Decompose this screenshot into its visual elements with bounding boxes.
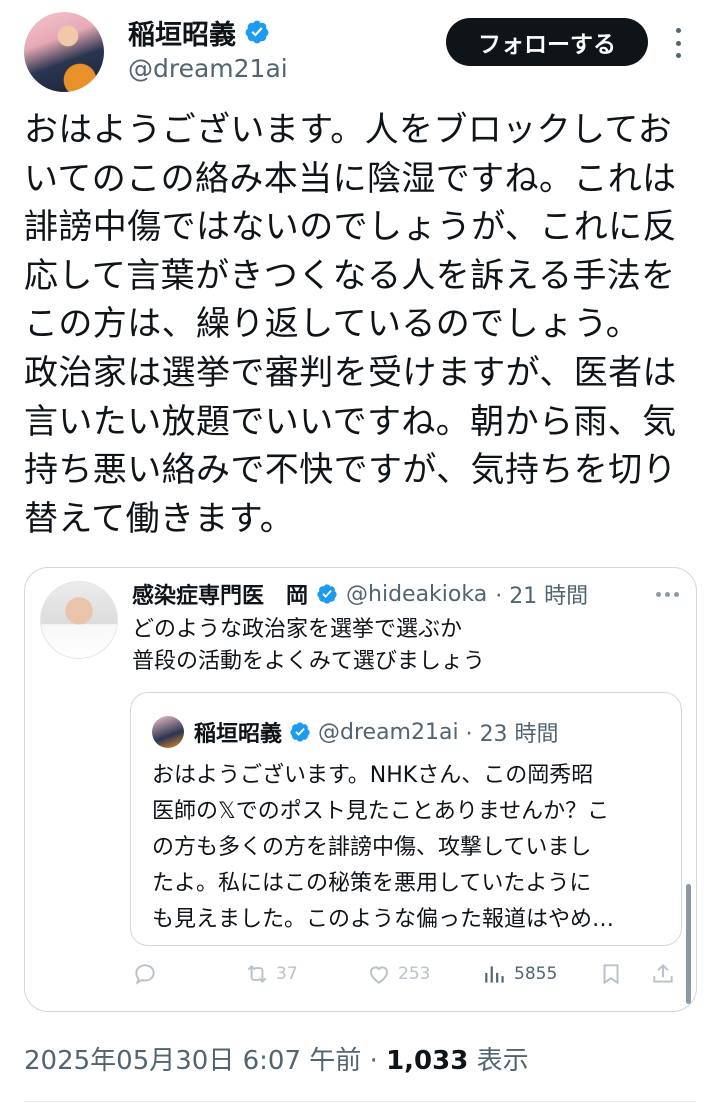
view-count: 1,033: [386, 1046, 469, 1076]
quote-text: どのような政治家を選挙で選ぶか 普段の活動をよくみて選びましょう: [132, 617, 485, 674]
more-icon[interactable]: [672, 28, 684, 58]
like-icon: [369, 966, 389, 984]
quote-header: 感染症専門医 岡 @hideakioka · 21 時間: [132, 578, 588, 610]
post-text: おはようございます。人をブロックしてお いてのこの絡み本当に陰湿ですね。これは …: [24, 110, 677, 539]
post-meta: 2025年05月30日 6:07 午前 · 1,033 表示: [24, 1040, 529, 1077]
quote-author-handle[interactable]: @hideakioka: [346, 582, 487, 607]
views-count: 5855: [514, 964, 558, 984]
view-label: 表示: [476, 1046, 529, 1076]
divider: [24, 1101, 696, 1102]
like-count: 253: [398, 964, 431, 984]
retweet-button[interactable]: 37: [244, 958, 298, 990]
verified-badge-icon: [290, 722, 310, 742]
meta-separator: ·: [369, 1046, 378, 1076]
share-icon: [653, 963, 673, 983]
views-button[interactable]: 5855: [482, 958, 557, 990]
reply-icon: [135, 964, 155, 985]
retweet-count: 37: [276, 964, 298, 984]
nested-timestamp[interactable]: · 23 時間: [466, 716, 559, 748]
post-datetime[interactable]: 2025年05月30日 6:07 午前: [24, 1046, 361, 1076]
action-bar: 37 253 5855: [132, 958, 680, 990]
quote-timestamp[interactable]: · 21 時間: [495, 578, 588, 610]
nested-author-avatar[interactable]: [152, 716, 184, 748]
follow-button[interactable]: フォローする: [446, 18, 648, 66]
scrollbar[interactable]: [686, 884, 691, 1004]
reply-button[interactable]: [132, 958, 158, 990]
quote-author-name[interactable]: 感染症専門医 岡: [132, 578, 308, 610]
author-handle[interactable]: @dream21ai: [128, 54, 288, 83]
nested-author-name[interactable]: 稲垣昭義: [194, 716, 282, 748]
author-name[interactable]: 稲垣昭義: [128, 13, 236, 52]
nested-header: 稲垣昭義 @dream21ai · 23 時間: [194, 716, 559, 748]
bookmark-icon: [603, 964, 619, 985]
verified-badge-icon: [317, 584, 337, 604]
more-icon[interactable]: [656, 592, 679, 597]
nested-author-handle[interactable]: @dream21ai: [318, 720, 459, 745]
views-icon: [485, 966, 504, 983]
nested-text: おはようございます。NHKさん、この岡秀昭 医師の𝕏でのポスト見たことありません…: [152, 763, 615, 932]
author-name-row: 稲垣昭義: [128, 13, 270, 52]
verified-badge-icon: [245, 20, 269, 44]
share-button[interactable]: [650, 958, 676, 990]
like-button[interactable]: 253: [366, 958, 430, 990]
quote-author-avatar[interactable]: [40, 581, 118, 659]
bookmark-button[interactable]: [598, 958, 624, 990]
retweet-icon: [247, 965, 267, 983]
author-avatar[interactable]: [24, 12, 104, 92]
